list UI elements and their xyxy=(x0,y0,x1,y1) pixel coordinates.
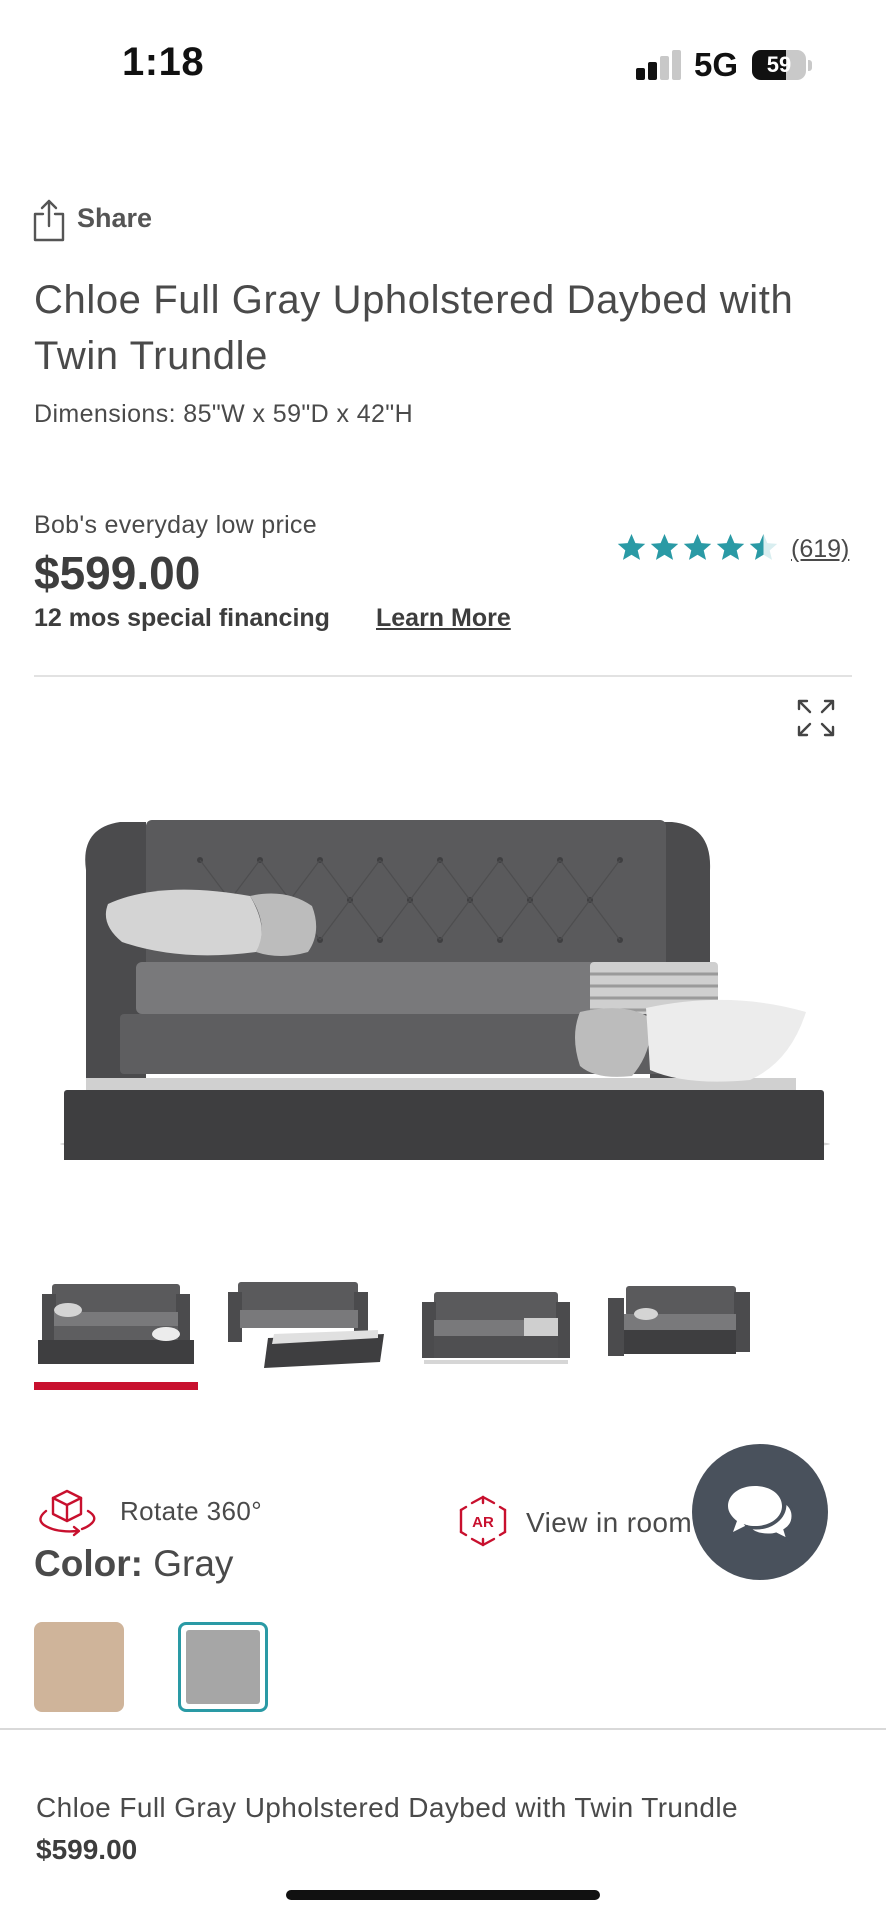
battery-icon: 59 xyxy=(752,50,806,80)
network-type: 5G xyxy=(694,46,739,83)
star-icon xyxy=(749,533,778,560)
status-time: 1:18 xyxy=(122,40,205,84)
share-button[interactable]: Share xyxy=(77,203,152,234)
rotate-360-icon[interactable] xyxy=(34,1485,100,1537)
color-label: Color: xyxy=(34,1543,143,1584)
product-price: $599.00 xyxy=(34,547,201,599)
gallery-thumbnail-2[interactable] xyxy=(224,1272,388,1372)
gallery-thumbnail-3[interactable] xyxy=(414,1272,578,1372)
ar-icon[interactable]: AR xyxy=(456,1494,510,1548)
financing-text: 12 mos special financing xyxy=(34,604,330,632)
chat-icon xyxy=(728,1486,795,1542)
star-icon xyxy=(617,533,646,560)
chat-button[interactable] xyxy=(692,1444,828,1580)
view-in-room-button[interactable]: View in room xyxy=(526,1507,692,1539)
battery-tip xyxy=(808,60,812,71)
divider xyxy=(34,675,852,677)
product-main-image[interactable] xyxy=(50,740,840,1160)
ar-badge-text: AR xyxy=(472,1514,494,1531)
battery-level: 59 xyxy=(766,52,792,77)
expand-icon[interactable] xyxy=(796,698,836,738)
share-icon[interactable] xyxy=(32,198,66,242)
rotate-360-button[interactable]: Rotate 360° xyxy=(120,1496,262,1527)
star-icon xyxy=(683,533,712,560)
selected-thumbnail-indicator xyxy=(34,1382,198,1390)
color-swatch-tan[interactable] xyxy=(34,1622,124,1712)
product-dimensions: Dimensions: 85"W x 59"D x 42"H xyxy=(34,400,414,428)
signal-icon xyxy=(636,50,682,80)
color-swatch-gray[interactable] xyxy=(178,1622,268,1712)
product-title: Chloe Full Gray Upholstered Daybed with … xyxy=(34,278,794,378)
color-value: Gray xyxy=(153,1543,234,1584)
gallery-thumbnail-1[interactable] xyxy=(34,1272,198,1372)
price-label: Bob's everyday low price xyxy=(34,511,317,539)
star-icon xyxy=(650,533,679,560)
color-selection-label: Color: Gray xyxy=(34,1543,233,1585)
sticky-bar-divider xyxy=(0,1728,886,1730)
learn-more-link[interactable]: Learn More xyxy=(376,604,511,633)
reviews-count-link[interactable]: (619) xyxy=(791,535,849,564)
sticky-bar-title: Chloe Full Gray Upholstered Daybed with … xyxy=(36,1792,738,1823)
sticky-bar-price: $599.00 xyxy=(36,1834,138,1865)
gallery-thumbnail-4[interactable] xyxy=(604,1272,768,1372)
star-icon xyxy=(716,533,745,560)
rating-stars[interactable] xyxy=(616,532,779,563)
home-indicator[interactable] xyxy=(286,1890,600,1900)
